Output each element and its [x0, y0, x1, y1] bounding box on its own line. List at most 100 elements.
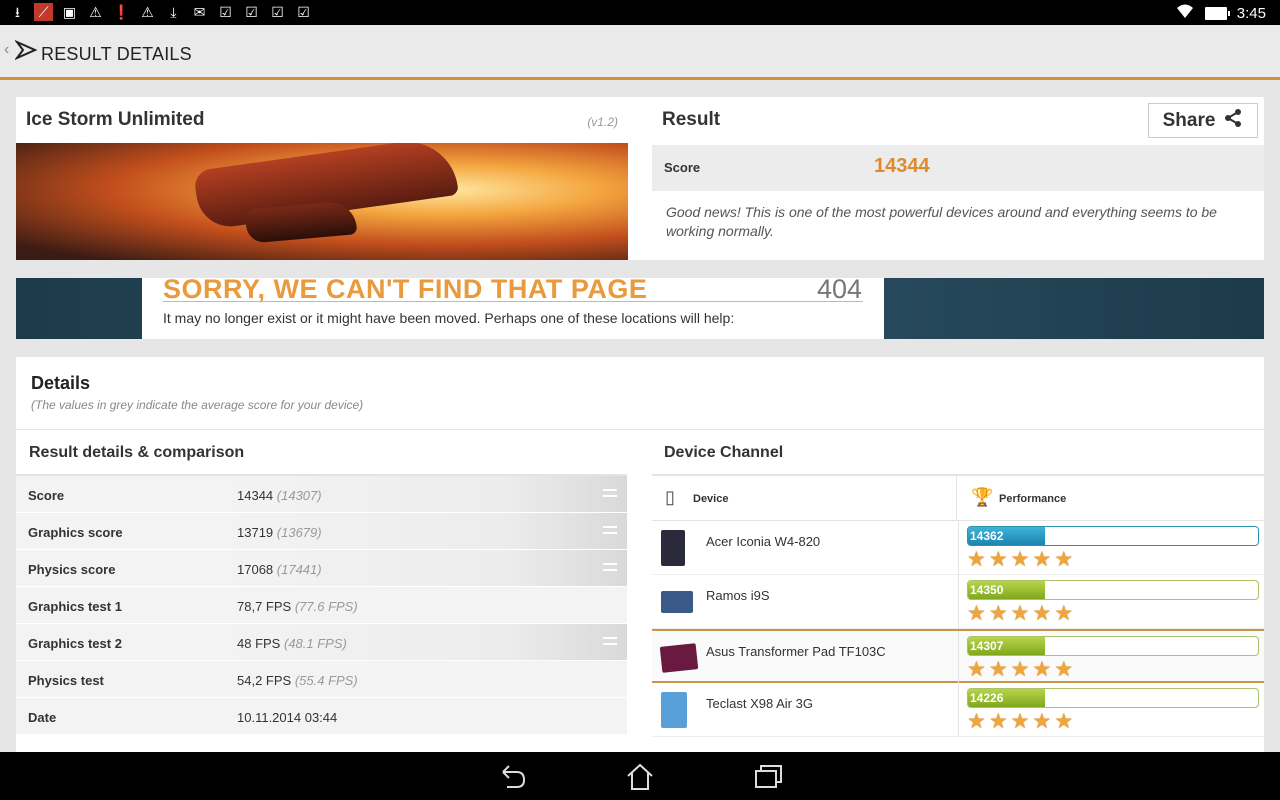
test-card: Ice Storm Unlimited (v1.2)	[16, 97, 628, 260]
star-icon: ★	[988, 602, 1008, 625]
row-average: (48.1 FPS)	[283, 636, 347, 651]
device-row[interactable]: Ramos i9S 14350 ★ ★ ★ ★ ★	[652, 575, 1264, 629]
performance-score: 14307	[968, 637, 1045, 655]
share-button[interactable]: Share	[1148, 103, 1258, 138]
star-rating: ★ ★ ★ ★ ★	[967, 603, 1073, 625]
mail-icon: ✉	[193, 4, 206, 20]
row-value-cell: 17068 (17441)	[225, 550, 627, 586]
share-icon	[1223, 108, 1243, 134]
result-details-table: Result details & comparison Score 14344 …	[16, 430, 627, 735]
device-column-label: Device	[693, 493, 729, 505]
score-row: Score 14344	[652, 145, 1264, 191]
test-banner-image	[16, 143, 628, 260]
content-area[interactable]: Ice Storm Unlimited (v1.2) Result Share …	[0, 83, 1280, 752]
equal-icon	[603, 526, 617, 534]
row-average: (17441)	[276, 562, 322, 577]
performance-bar: 14226	[967, 688, 1259, 708]
row-value-cell: 48 FPS (48.1 FPS)	[225, 624, 627, 660]
device-thumbnail	[659, 643, 699, 673]
page-title: RESULT DETAILS	[41, 44, 192, 64]
row-label: Physics test	[28, 673, 104, 688]
row-average: (77.6 FPS)	[294, 599, 358, 614]
row-value: 14344	[237, 488, 274, 503]
performance-score: 14226	[968, 689, 1045, 707]
home-icon[interactable]	[625, 762, 655, 799]
ad-subtext: It may no longer exist or it might have …	[163, 310, 735, 326]
trophy-icon: 🏆	[971, 487, 994, 507]
row-label: Date	[28, 710, 57, 725]
row-value: 13719	[237, 525, 274, 540]
device-thumbnail	[661, 530, 685, 566]
row-value: 10.11.2014 03:44	[237, 710, 338, 725]
back-chevron-icon[interactable]: ‹	[4, 41, 9, 59]
star-rating: ★ ★ ★ ★ ★	[967, 659, 1073, 681]
device-row[interactable]: Teclast X98 Air 3G 14226 ★ ★ ★ ★ ★	[652, 683, 1264, 737]
row-label: Graphics test 2	[28, 636, 122, 651]
device-name: Teclast X98 Air 3G	[706, 696, 813, 711]
details-note: (The values in grey indicate the average…	[31, 398, 364, 412]
warning-icon: ⚠	[141, 4, 154, 20]
row-label: Graphics test 1	[28, 599, 122, 614]
row-label: Graphics score	[28, 525, 123, 540]
ad-panel: SORRY, WE CAN'T FIND THAT PAGE 404 It ma…	[142, 274, 884, 339]
device-thumbnail	[661, 692, 687, 728]
system-nav-bar	[0, 752, 1280, 800]
app-logo-icon[interactable]	[13, 39, 38, 61]
status-bar: ⭳ ⟋ ▣ ⚠ ❗ ⚠ ⤓ ✉ ☑ ☑ ☑ ☑ 3:45	[0, 0, 1280, 25]
table-row[interactable]: Graphics score 13719 (13679)	[16, 513, 627, 550]
table-row[interactable]: Graphics test 1 78,7 FPS (77.6 FPS)	[16, 587, 627, 624]
star-icon: ★	[967, 710, 986, 733]
score-value: 14344	[874, 155, 930, 177]
star-icon: ★	[1032, 658, 1052, 681]
performance-cell: 14307 ★ ★ ★ ★ ★	[958, 631, 1264, 685]
row-average: (55.4 FPS)	[294, 673, 358, 688]
row-value: 17068	[237, 562, 274, 577]
row-value-cell: 10.11.2014 03:44	[225, 698, 627, 734]
recent-apps-icon[interactable]	[753, 762, 783, 797]
device-row-current[interactable]: Asus Transformer Pad TF103C 14307 ★ ★ ★ ★ ★	[652, 629, 1264, 685]
row-value-cell: 14344 (14307)	[225, 476, 627, 512]
row-value-cell: 13719 (13679)	[225, 513, 627, 549]
test-version: (v1.2)	[587, 115, 618, 129]
star-rating: ★ ★ ★ ★ ★	[967, 549, 1073, 571]
device-channel-header: Device Channel	[652, 430, 1264, 476]
star-icon: ★	[1054, 602, 1074, 625]
result-title: Result	[662, 109, 721, 130]
star-icon: ★	[1032, 710, 1052, 733]
table-row[interactable]: Graphics test 2 48 FPS (48.1 FPS)	[16, 624, 627, 661]
device-table-header: ▯ Device 🏆 Performance	[652, 476, 1264, 521]
star-icon: ★	[1010, 710, 1030, 733]
device-row[interactable]: Acer Iconia W4-820 14362 ★ ★ ★ ★ ★	[652, 521, 1264, 575]
performance-column-header: 🏆 Performance	[958, 476, 1263, 521]
row-value-cell: 54,2 FPS (55.4 FPS)	[225, 661, 627, 697]
table-row[interactable]: Date 10.11.2014 03:44	[16, 698, 627, 735]
star-icon: ★	[988, 710, 1008, 733]
alert-icon: ❗	[112, 4, 131, 20]
back-icon[interactable]	[497, 762, 527, 797]
device-name: Ramos i9S	[706, 588, 770, 603]
table-row[interactable]: Physics score 17068 (17441)	[16, 550, 627, 587]
performance-bar: 14362	[967, 526, 1259, 546]
test-name: Ice Storm Unlimited	[26, 109, 205, 130]
device-thumbnail	[661, 591, 693, 613]
equal-icon	[603, 489, 617, 497]
performance-bar: 14350	[967, 580, 1259, 600]
star-icon: ★	[1032, 602, 1052, 625]
check-icon: ☑	[219, 4, 232, 20]
star-icon: ★	[1054, 658, 1074, 681]
star-icon: ★	[967, 658, 986, 681]
table-row[interactable]: Score 14344 (14307)	[16, 476, 627, 513]
battery-icon	[1204, 6, 1230, 20]
row-average: (14307)	[276, 488, 322, 503]
row-value: 78,7 FPS	[237, 599, 292, 614]
ad-banner[interactable]: SORRY, WE CAN'T FIND THAT PAGE 404 It ma…	[16, 274, 1264, 339]
clock: 3:45	[1236, 4, 1266, 22]
star-icon: ★	[1010, 602, 1030, 625]
performance-cell: 14362 ★ ★ ★ ★ ★	[958, 521, 1264, 575]
score-label: Score	[664, 160, 701, 175]
table-row[interactable]: Physics test 54,2 FPS (55.4 FPS)	[16, 661, 627, 698]
warning-icon: ⚠	[89, 4, 102, 20]
download-icon: ⭳	[15, 4, 20, 20]
star-icon: ★	[967, 602, 986, 625]
app-bar: ‹ RESULT DETAILS	[0, 25, 1280, 80]
